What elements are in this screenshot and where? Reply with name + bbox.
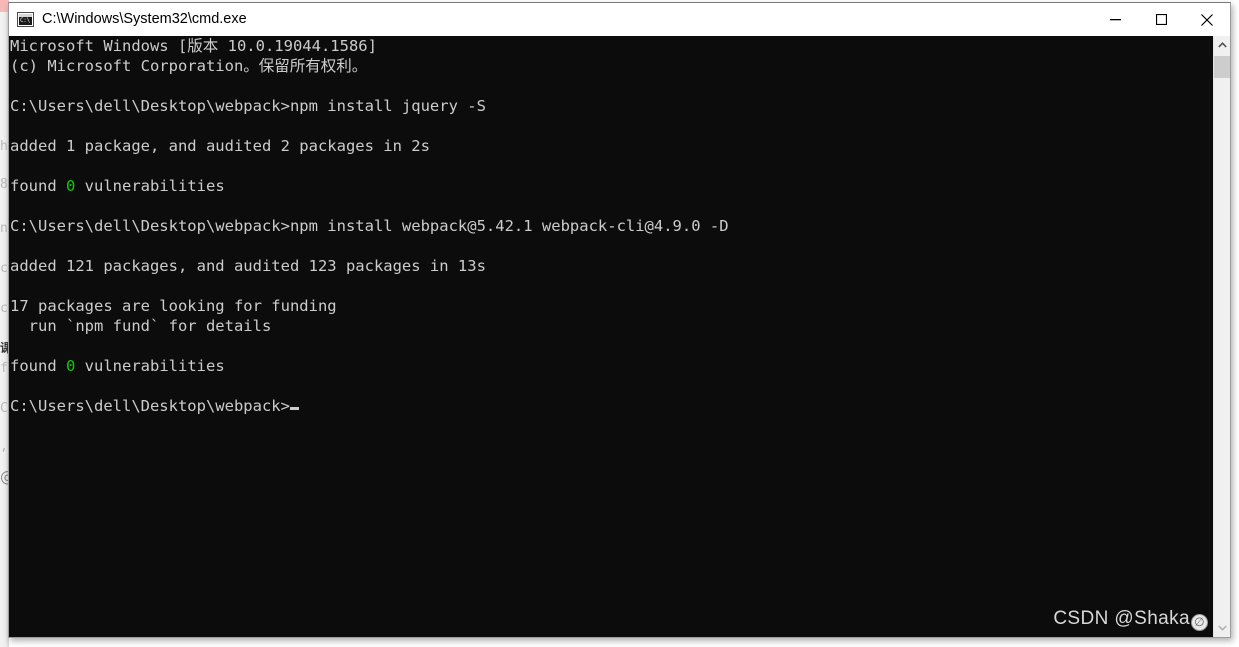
console-line: added 121 packages, and audited 123 pack… (10, 257, 486, 275)
minimize-button[interactable] (1092, 3, 1138, 36)
csdn-watermark: CSDN @Shaka ∅ (1053, 608, 1208, 631)
watermark-text: CSDN @Shaka (1053, 608, 1190, 629)
maximize-button[interactable] (1138, 3, 1184, 36)
window-controls (1092, 3, 1230, 36)
screen-root: h 8 na c c| 课 f C , @ C:\Windows\System3… (0, 0, 1239, 647)
console-line: added 1 package, and audited 2 packages … (10, 137, 430, 155)
window-title: C:\Windows\System32\cmd.exe (42, 11, 247, 27)
console-line: run `npm fund` for details (10, 317, 272, 335)
console-line: C:\Users\dell\Desktop\webpack>npm instal… (10, 217, 729, 235)
cmd-window: C:\Windows\System32\cmd.exe Microsoft Wi… (8, 2, 1231, 638)
scroll-thumb[interactable] (1214, 56, 1230, 78)
title-bar[interactable]: C:\Windows\System32\cmd.exe (9, 3, 1230, 36)
console-accent-value: 0 (66, 357, 76, 375)
console-line: found 0 vulnerabilities (10, 177, 225, 195)
console-text: Microsoft Windows [版本 10.0.19044.1586] (c… (10, 36, 1200, 416)
console-accent-value: 0 (66, 177, 76, 195)
console-line: (c) Microsoft Corporation。保留所有权利。 (10, 57, 368, 75)
console-line: 17 packages are looking for funding (10, 297, 337, 315)
watermark-badge-icon: ∅ (1191, 614, 1208, 631)
close-button[interactable] (1184, 3, 1230, 36)
text-cursor (289, 407, 299, 410)
console-output-area[interactable]: Microsoft Windows [版本 10.0.19044.1586] (c… (9, 36, 1230, 637)
console-line: C:\Users\dell\Desktop\webpack>npm instal… (10, 97, 486, 115)
scroll-up-arrow[interactable] (1214, 36, 1230, 54)
console-line: C:\Users\dell\Desktop\webpack> (10, 396, 1200, 416)
console-scrollbar[interactable] (1213, 36, 1230, 637)
console-line: Microsoft Windows [版本 10.0.19044.1586] (10, 37, 377, 55)
cmd-console-icon (17, 11, 34, 27)
console-line: found 0 vulnerabilities (10, 357, 225, 375)
scroll-down-arrow[interactable] (1214, 619, 1230, 637)
